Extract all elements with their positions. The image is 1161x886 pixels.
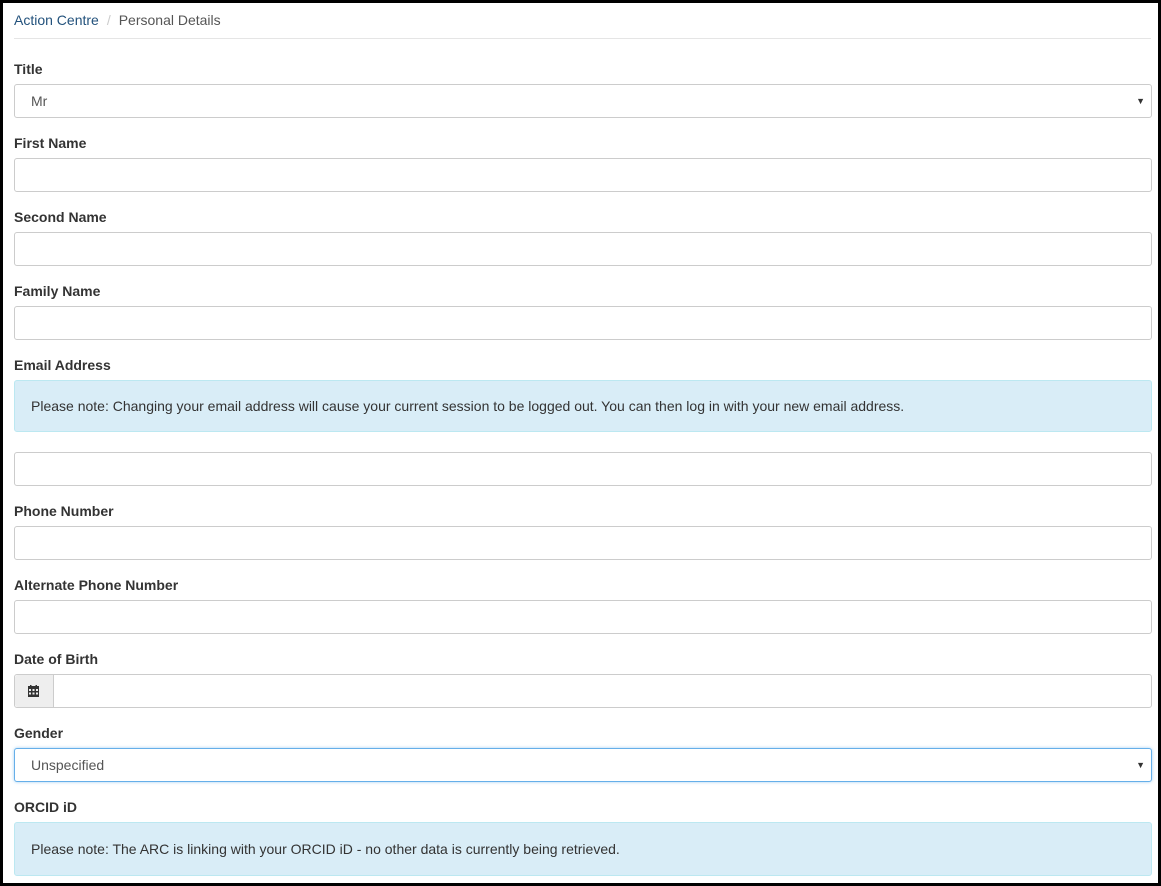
breadcrumb-separator: / <box>106 12 111 28</box>
title-label: Title <box>14 61 43 77</box>
gender-label: Gender <box>14 725 64 741</box>
email-change-info-alert: Please note: Changing your email address… <box>14 380 1152 432</box>
orcid-info-alert: Please note: The ARC is linking with you… <box>14 822 1152 876</box>
breadcrumb-current: Personal Details <box>118 12 221 28</box>
alternate-phone-input[interactable] <box>14 600 1152 634</box>
date-picker-button[interactable] <box>15 675 54 707</box>
date-of-birth-label: Date of Birth <box>14 651 98 667</box>
gender-select[interactable]: Unspecified ▼ <box>14 748 1152 782</box>
title-select-value: Mr <box>31 93 48 109</box>
first-name-label: First Name <box>14 135 87 151</box>
date-of-birth-input[interactable] <box>55 675 1151 707</box>
title-select[interactable]: Mr ▼ <box>14 84 1152 118</box>
family-name-label: Family Name <box>14 283 101 299</box>
email-input[interactable] <box>14 452 1152 486</box>
breadcrumb-action-centre-link[interactable]: Action Centre <box>14 12 99 28</box>
gender-select-value: Unspecified <box>31 757 105 773</box>
chevron-down-icon: ▼ <box>1136 760 1145 770</box>
family-name-input[interactable] <box>14 306 1152 340</box>
second-name-input[interactable] <box>14 232 1152 266</box>
first-name-input[interactable] <box>14 158 1152 192</box>
alternate-phone-label: Alternate Phone Number <box>14 577 179 593</box>
second-name-label: Second Name <box>14 209 107 225</box>
phone-label: Phone Number <box>14 503 114 519</box>
date-of-birth-field <box>14 674 1152 708</box>
personal-details-page: Action Centre / Personal Details Title Mr … <box>0 0 1161 886</box>
breadcrumb: Action Centre / Personal Details <box>14 3 1151 39</box>
chevron-down-icon: ▼ <box>1136 96 1145 106</box>
orcid-label: ORCID iD <box>14 799 77 815</box>
phone-input[interactable] <box>14 526 1152 560</box>
calendar-icon <box>28 685 39 697</box>
email-label: Email Address <box>14 357 111 373</box>
